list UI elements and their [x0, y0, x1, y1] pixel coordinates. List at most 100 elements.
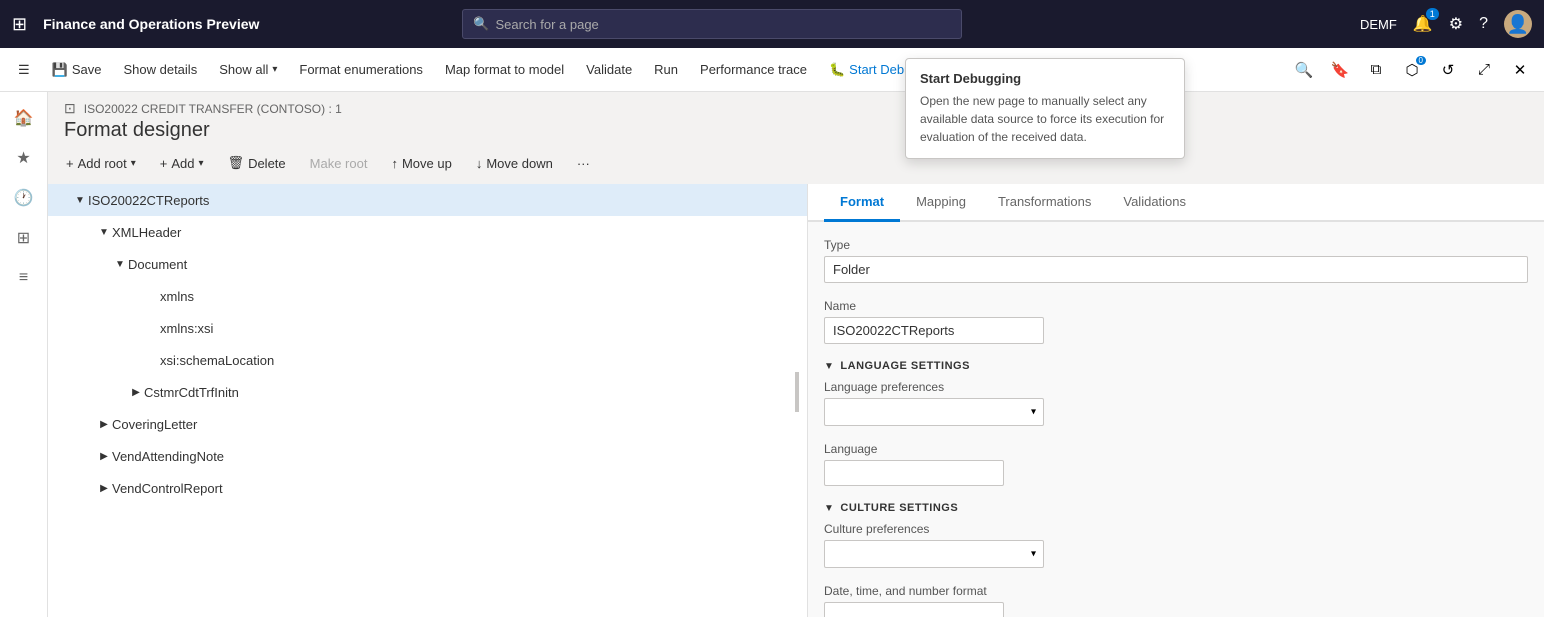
sidebar-icon-home[interactable]: 🏠 [6, 100, 42, 136]
expand-button[interactable]: ⤢ [1468, 54, 1500, 86]
expand-icon-3 [144, 288, 160, 304]
tree-row-4[interactable]: xmlns:xsi [48, 312, 807, 344]
tree-row-6[interactable]: ▶ CstmrCdtTrfInitn [48, 376, 807, 408]
notification-icon[interactable]: 🔔 1 [1413, 14, 1433, 34]
format-enumerations-button[interactable]: Format enumerations [289, 52, 433, 88]
sidebar-icon-grid[interactable]: ⊞ [6, 220, 42, 256]
tree-row-0[interactable]: ▼ ISO20022CTReports [48, 184, 807, 216]
more-button[interactable]: ··· [567, 148, 600, 178]
date-time-value [824, 602, 1004, 617]
delete-icon: 🗑 [228, 155, 245, 171]
delete-button[interactable]: 🗑 Delete [218, 148, 296, 178]
hamburger-button[interactable]: ☰ [8, 52, 40, 88]
node-label-1: XMLHeader [112, 225, 799, 240]
second-bar-right: 🔍 🔖 ⧉ ⬡ 0 ↺ ⤢ ✕ [1288, 54, 1536, 86]
sidebar-icon-list[interactable]: ≡ [6, 260, 42, 296]
move-up-button[interactable]: ↑ Move up [381, 148, 461, 178]
filter-icon[interactable]: ⊡ [64, 100, 76, 117]
expand-icon-4 [144, 320, 160, 336]
page-title: Format designer [64, 119, 1528, 142]
add-dropdown-icon: ▾ [199, 158, 204, 169]
map-format-button[interactable]: Map format to model [435, 52, 574, 88]
culture-prefs-select[interactable] [824, 540, 1044, 568]
search-icon: 🔍 [473, 16, 489, 32]
type-value: Folder [824, 256, 1528, 283]
language-prefs-label: Language preferences [824, 380, 1528, 394]
run-button[interactable]: Run [644, 52, 688, 88]
bookmark-button[interactable]: 🔖 [1324, 54, 1356, 86]
tab-validations[interactable]: Validations [1107, 184, 1202, 222]
expand-icon-8: ▶ [96, 448, 112, 464]
refresh-button[interactable]: ↺ [1432, 54, 1464, 86]
move-up-icon: ↑ [391, 156, 398, 171]
node-label-5: xsi:schemaLocation [160, 353, 799, 368]
detail-panel: Format Mapping Transformations Validatio… [808, 184, 1544, 617]
tree-panel: ▼ ISO20022CTReports ▼ XMLHeader ▼ Docume… [48, 184, 808, 617]
language-prefs-select-wrapper: ▾ [824, 398, 1044, 426]
tree-row-1[interactable]: ▼ XMLHeader [48, 216, 807, 248]
name-input[interactable] [824, 317, 1044, 344]
date-time-field-group: Date, time, and number format [824, 584, 1528, 617]
badge-button[interactable]: ⬡ 0 [1396, 54, 1428, 86]
add-icon: + [160, 156, 168, 171]
main-layout: 🏠 ★ 🕐 ⊞ ≡ ⊡ ISO20022 CREDIT TRANSFER (CO… [0, 92, 1544, 617]
split-button[interactable]: ⧉ [1360, 54, 1392, 86]
node-label-6: CstmrCdtTrfInitn [144, 385, 799, 400]
grid-icon[interactable]: ⊞ [12, 14, 27, 35]
search-box[interactable]: 🔍 Search for a page [462, 9, 962, 39]
tooltip-body: Open the new page to manually select any… [920, 92, 1170, 146]
language-prefs-field-group: Language preferences ▾ [824, 380, 1528, 426]
expand-icon-1: ▼ [96, 224, 112, 240]
second-bar: ☰ 💾 Save Show details Show all ▾ Format … [0, 48, 1544, 92]
language-collapse-icon[interactable]: ▼ [824, 361, 834, 372]
culture-prefs-field-group: Culture preferences ▾ [824, 522, 1528, 568]
tree-row-7[interactable]: ▶ CoveringLetter [48, 408, 807, 440]
search-toggle-button[interactable]: 🔍 [1288, 54, 1320, 86]
help-icon[interactable]: ? [1479, 15, 1488, 33]
tab-mapping[interactable]: Mapping [900, 184, 982, 222]
tab-transformations[interactable]: Transformations [982, 184, 1107, 222]
page-header: ⊡ ISO20022 CREDIT TRANSFER (CONTOSO) : 1… [48, 92, 1544, 142]
culture-collapse-icon[interactable]: ▼ [824, 503, 834, 514]
top-bar-right: DEMF 🔔 1 ⚙ ? 👤 [1360, 10, 1532, 38]
tree-row-9[interactable]: ▶ VendControlReport [48, 472, 807, 504]
avatar[interactable]: 👤 [1504, 10, 1532, 38]
show-all-button[interactable]: Show all ▾ [209, 52, 287, 88]
node-label-2: Document [128, 257, 799, 272]
debug-icon: 🐛 [829, 62, 845, 78]
culture-prefs-select-wrapper: ▾ [824, 540, 1044, 568]
sidebar-icon-star[interactable]: ★ [6, 140, 42, 176]
language-prefs-select[interactable] [824, 398, 1044, 426]
show-details-button[interactable]: Show details [113, 52, 207, 88]
performance-trace-button[interactable]: Performance trace [690, 52, 817, 88]
tree-row-8[interactable]: ▶ VendAttendingNote [48, 440, 807, 472]
close-button[interactable]: ✕ [1504, 54, 1536, 86]
move-down-button[interactable]: ↓ Move down [466, 148, 563, 178]
expand-icon-6: ▶ [128, 384, 144, 400]
app-title: Finance and Operations Preview [43, 16, 259, 32]
save-button[interactable]: 💾 Save [42, 52, 112, 88]
tab-format[interactable]: Format [824, 184, 900, 222]
add-button[interactable]: + Add ▾ [150, 148, 214, 178]
settings-icon[interactable]: ⚙ [1449, 14, 1463, 34]
add-root-dropdown-icon: ▾ [131, 158, 136, 169]
notification-badge: 1 [1426, 8, 1439, 20]
culture-prefs-label: Culture preferences [824, 522, 1528, 536]
node-label-8: VendAttendingNote [112, 449, 799, 464]
tree-row-2[interactable]: ▼ Document [48, 248, 807, 280]
validate-button[interactable]: Validate [576, 52, 642, 88]
node-label-4: xmlns:xsi [160, 321, 799, 336]
toolbar: + Add root ▾ + Add ▾ 🗑 Delete Make root … [48, 142, 1544, 184]
save-icon: 💾 [52, 62, 68, 78]
tree-row-3[interactable]: xmlns [48, 280, 807, 312]
resize-handle[interactable] [795, 372, 799, 412]
sidebar-icon-history[interactable]: 🕐 [6, 180, 42, 216]
detail-content: Type Folder Name ▼ LANGUAGE SETTINGS Lan… [808, 222, 1544, 617]
language-settings-header: ▼ LANGUAGE SETTINGS [824, 360, 1528, 372]
tree-row-5[interactable]: xsi:schemaLocation [48, 344, 807, 376]
expand-icon-2: ▼ [112, 256, 128, 272]
add-root-button[interactable]: + Add root ▾ [56, 148, 146, 178]
move-down-icon: ↓ [476, 156, 483, 171]
badge-count: 0 [1416, 56, 1426, 65]
node-label-3: xmlns [160, 289, 799, 304]
